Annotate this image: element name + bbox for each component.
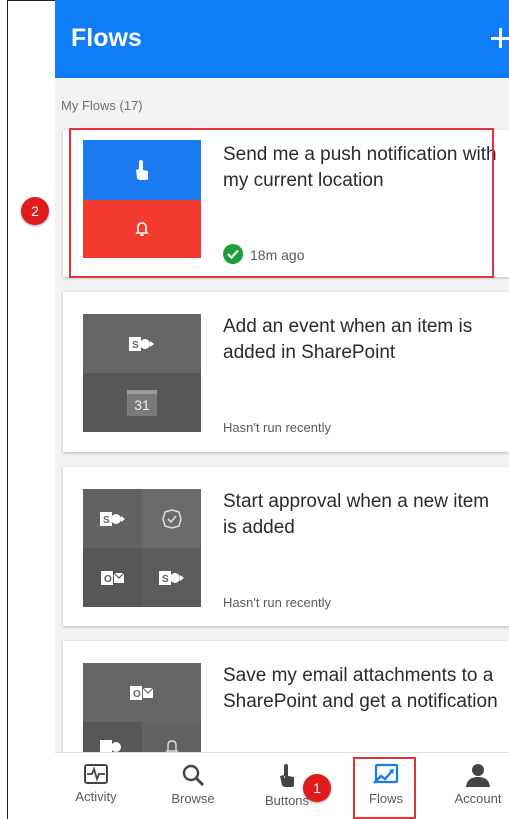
svg-text:S: S [132, 340, 139, 351]
calendar-icon: 31 [127, 389, 157, 416]
outlook-icon: O [130, 685, 154, 700]
highlight-flows-tab [353, 757, 416, 819]
svg-text:O: O [104, 574, 112, 585]
svg-text:S: S [103, 515, 110, 526]
nav-label: Account [454, 791, 502, 806]
flow-run-status: Hasn't run recently [223, 595, 331, 610]
step-badge-1: 1 [303, 774, 331, 802]
outlook-icon: O [100, 570, 124, 585]
nav-label: Buttons [264, 793, 310, 808]
step-badge-2: 2 [21, 197, 49, 225]
calendar-tile: 31 [83, 373, 201, 432]
nav-label: Activity [75, 789, 117, 804]
flow-title: Start approval when a new item is added [223, 491, 490, 538]
calendar-day: 31 [134, 396, 150, 413]
flow-card[interactable]: S O S Start approval when a new item is … [63, 467, 509, 626]
flow-run-status: Hasn't run recently [223, 420, 331, 435]
sharepoint-icon: S [99, 511, 125, 526]
svg-text:S: S [162, 574, 169, 585]
my-flows-label: My Flows (17) [61, 98, 143, 113]
touch-icon [280, 764, 294, 787]
activity-icon [84, 764, 108, 784]
page-title: Flows [71, 24, 142, 52]
nav-item-browse[interactable]: Browse [158, 753, 228, 819]
nav-item-account[interactable]: Account [447, 753, 509, 819]
nav-item-activity[interactable]: Activity [61, 753, 131, 819]
flow-title: Add an event when an item is added in Sh… [223, 316, 473, 363]
nav-label: Browse [171, 791, 215, 806]
sharepoint-tile: S [142, 548, 201, 607]
app-header: Flows [55, 0, 509, 78]
flow-app: Flows My Flows (17) Send me a push notif… [55, 0, 509, 819]
add-flow-icon[interactable] [489, 26, 509, 50]
flow-card[interactable]: S 31 Add an event when an item is added … [63, 292, 509, 452]
highlight-flow-card [69, 128, 494, 278]
sharepoint-tile: S [83, 489, 142, 548]
sharepoint-icon: S [158, 570, 184, 585]
approval-tile [142, 489, 201, 548]
sharepoint-tile: S [83, 314, 201, 373]
svg-text:O: O [133, 689, 141, 700]
flow-thumbnail: S 31 [83, 314, 201, 432]
approval-icon [161, 508, 182, 529]
flow-thumbnail: S O S [83, 489, 201, 607]
bottom-nav: Activity Browse Buttons Flows Account [55, 752, 509, 819]
sharepoint-icon: S [129, 336, 154, 351]
outlook-tile: O [83, 663, 201, 722]
search-icon [182, 764, 204, 786]
flow-title: Save my email attachments to a SharePoin… [223, 665, 498, 712]
outlook-tile: O [83, 548, 142, 607]
account-icon [466, 764, 490, 787]
